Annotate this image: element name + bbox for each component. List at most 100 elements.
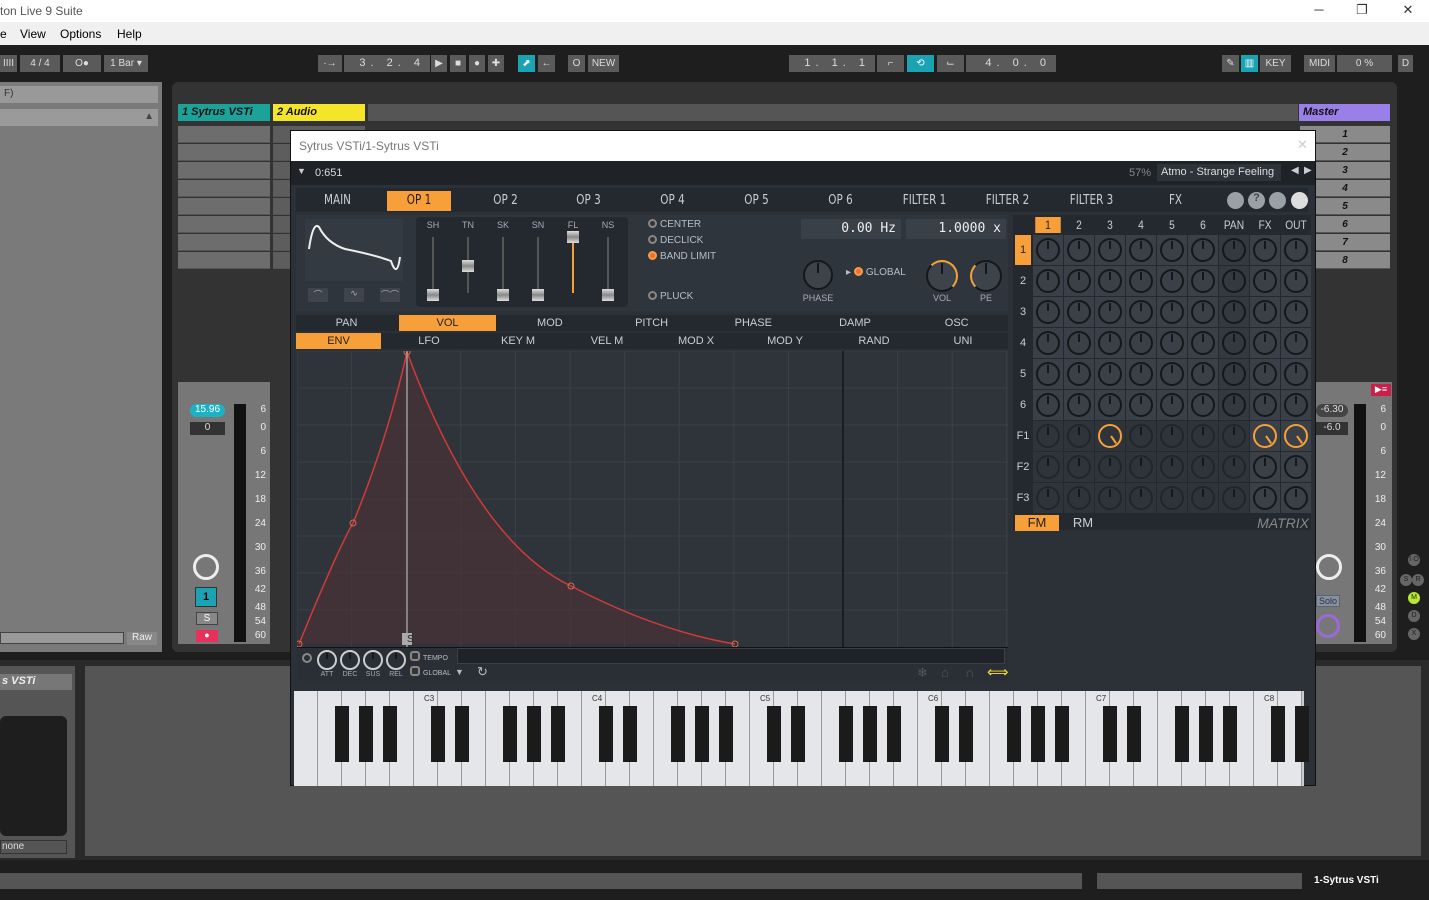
matrix-knob-3-5[interactable] xyxy=(1160,300,1184,324)
clip-slot[interactable] xyxy=(178,216,270,233)
preset-selector[interactable]: Atmo - Strange Feeling xyxy=(1157,164,1281,181)
piano-key-black[interactable] xyxy=(863,706,877,762)
piano-key-black[interactable] xyxy=(1055,706,1069,762)
matrix-knob-6-2[interactable] xyxy=(1067,393,1091,417)
matrix-knob-f1-4[interactable] xyxy=(1129,424,1153,448)
mod-tab-vol[interactable]: VOL xyxy=(399,315,496,331)
scroll-up-button[interactable]: ▲ xyxy=(0,109,158,126)
fm-mode-button[interactable]: FM xyxy=(1015,515,1059,531)
piano-key-black[interactable] xyxy=(1031,706,1045,762)
mod-tab-osc[interactable]: OSC xyxy=(906,315,1007,331)
matrix-knob-6-1[interactable] xyxy=(1036,393,1060,417)
matrix-knob-f2-4[interactable] xyxy=(1129,455,1153,479)
menu-file[interactable]: e xyxy=(0,27,7,41)
volume-knob[interactable] xyxy=(926,260,958,292)
matrix-knob-3-6[interactable] xyxy=(1191,300,1215,324)
follow-button[interactable]: ·→ xyxy=(318,55,342,72)
matrix-knob-f3-3[interactable] xyxy=(1098,486,1122,510)
clip-slot[interactable] xyxy=(178,126,270,143)
master-pan-knob[interactable] xyxy=(1316,554,1342,580)
arm-button[interactable]: ● xyxy=(196,630,218,642)
browser-search[interactable]: F) xyxy=(0,86,158,103)
piano-key-white[interactable] xyxy=(294,691,318,786)
env-tab-key-m[interactable]: KEY M xyxy=(474,333,562,349)
knob-dec[interactable] xyxy=(340,650,360,670)
time-signature[interactable]: 4 / 4 xyxy=(20,55,60,72)
back-to-arrangement-button[interactable]: ← xyxy=(538,55,555,72)
matrix-knob-f2-out[interactable] xyxy=(1284,455,1308,479)
master-crossfader-toggle-icon[interactable]: ▶≡ xyxy=(1371,384,1391,396)
close-button[interactable]: ✕ xyxy=(1393,2,1423,18)
matrix-knob-3-fx[interactable] xyxy=(1253,300,1277,324)
matrix-knob-6-pan[interactable] xyxy=(1222,393,1246,417)
piano-key-black[interactable] xyxy=(959,706,973,762)
clip-slot[interactable] xyxy=(178,180,270,197)
matrix-knob-f1-5[interactable] xyxy=(1160,424,1184,448)
matrix-knob-1-2[interactable] xyxy=(1067,238,1091,262)
solo-button[interactable]: S xyxy=(196,612,218,625)
punch-out-button[interactable]: ⌙ xyxy=(937,55,964,72)
slider-sn[interactable] xyxy=(532,289,544,301)
matrix-knob-f2-5[interactable] xyxy=(1160,455,1184,479)
env-tab-mod-x[interactable]: MOD X xyxy=(652,333,740,349)
piano-key-black[interactable] xyxy=(335,706,349,762)
mod-tab-damp[interactable]: DAMP xyxy=(805,315,906,331)
matrix-knob-f2-pan[interactable] xyxy=(1222,455,1246,479)
piano-key-black[interactable] xyxy=(695,706,709,762)
knob-sus[interactable] xyxy=(363,650,383,670)
song-position[interactable]: 3. 2. 4 xyxy=(344,55,430,72)
slider-sh[interactable] xyxy=(427,289,439,301)
maximize-button[interactable]: ❐ xyxy=(1347,2,1377,18)
loop-length[interactable]: 4. 0. 0 xyxy=(966,55,1056,72)
plugin-close-icon[interactable]: ✕ xyxy=(1297,137,1308,153)
matrix-knob-2-4[interactable] xyxy=(1129,269,1153,293)
matrix-knob-f1-1[interactable] xyxy=(1036,424,1060,448)
matrix-knob-4-4[interactable] xyxy=(1129,331,1153,355)
env-option-global[interactable]: GLOBAL xyxy=(410,666,451,677)
rm-mode-button[interactable]: RM xyxy=(1061,515,1105,531)
matrix-knob-3-pan[interactable] xyxy=(1222,300,1246,324)
matrix-knob-3-3[interactable] xyxy=(1098,300,1122,324)
device-title[interactable]: s VSTi xyxy=(0,674,72,690)
env-tab-uni[interactable]: UNI xyxy=(919,333,1007,349)
overdub-button[interactable]: ✚ xyxy=(488,55,504,72)
matrix-knob-1-out[interactable] xyxy=(1284,238,1308,262)
env-tab-mod-y[interactable]: MOD Y xyxy=(741,333,829,349)
slider-tn[interactable] xyxy=(462,260,474,272)
session-record-button[interactable]: O xyxy=(568,55,585,72)
master-volume-meter[interactable] xyxy=(1354,404,1366,642)
play-button[interactable]: ▶ xyxy=(431,55,447,72)
matrix-knob-f2-fx[interactable] xyxy=(1253,455,1277,479)
master-side-button-s[interactable]: S xyxy=(1400,574,1412,586)
track-header-2[interactable]: 2 Audio xyxy=(273,104,365,121)
matrix-knob-f3-6[interactable] xyxy=(1191,486,1215,510)
piano-key-black[interactable] xyxy=(767,706,781,762)
matrix-knob-f1-out[interactable] xyxy=(1284,424,1308,448)
frequency-offset[interactable]: 0.00 Hz xyxy=(801,219,901,239)
matrix-knob-3-1[interactable] xyxy=(1036,300,1060,324)
matrix-knob-2-6[interactable] xyxy=(1191,269,1215,293)
env-tab-lfo[interactable]: LFO xyxy=(385,333,473,349)
option-center[interactable]: CENTER xyxy=(648,219,701,230)
meter-button[interactable]: IIII xyxy=(0,55,17,72)
keyboard-icon[interactable]: ▥ xyxy=(1241,55,1258,72)
matrix-knob-5-5[interactable] xyxy=(1160,362,1184,386)
option-declick[interactable]: DECLICK xyxy=(648,235,703,246)
env-option-tempo[interactable]: TEMPO xyxy=(410,651,448,662)
piano-key-black[interactable] xyxy=(455,706,469,762)
tab-op3[interactable]: OP 3 xyxy=(556,191,622,211)
piano-key-black[interactable] xyxy=(551,706,565,762)
menu-help[interactable]: Help xyxy=(117,27,142,41)
master-side-button-d[interactable]: D xyxy=(1408,610,1420,622)
slider-sk[interactable] xyxy=(497,289,509,301)
matrix-knob-f2-2[interactable] xyxy=(1067,455,1091,479)
reset-icon[interactable]: ↻ xyxy=(477,664,488,680)
matrix-knob-f3-out[interactable] xyxy=(1284,486,1308,510)
tab-op1[interactable]: OP 1 xyxy=(386,191,451,211)
matrix-knob-4-3[interactable] xyxy=(1098,331,1122,355)
frequency-ratio[interactable]: 1.0000 x xyxy=(906,219,1006,239)
key-map-button[interactable]: KEY xyxy=(1260,55,1291,72)
matrix-knob-1-1[interactable] xyxy=(1036,238,1060,262)
slider-ns[interactable] xyxy=(602,289,614,301)
matrix-knob-6-5[interactable] xyxy=(1160,393,1184,417)
